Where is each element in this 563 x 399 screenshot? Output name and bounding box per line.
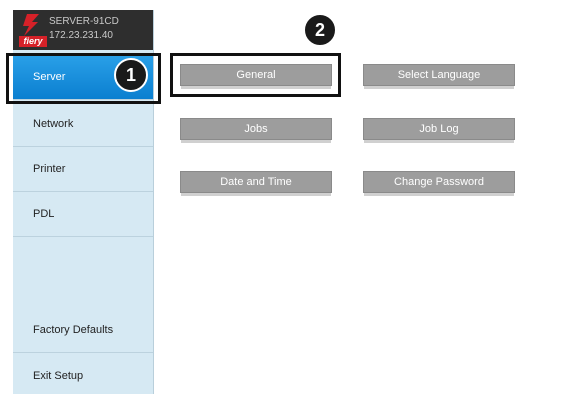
sidebar-item-network[interactable]: Network	[13, 102, 153, 147]
sidebar-item-printer[interactable]: Printer	[13, 147, 153, 192]
select-language-button[interactable]: Select Language	[363, 64, 515, 89]
lightning-icon	[23, 14, 39, 36]
server-ip: 172.23.231.40	[49, 30, 113, 41]
callout-frame-general	[170, 53, 341, 97]
sidebar-item-exit-setup[interactable]: Exit Setup	[13, 354, 153, 399]
sidebar-item-pdl[interactable]: PDL	[13, 192, 153, 237]
change-password-button[interactable]: Change Password	[363, 171, 515, 196]
sidebar-item-factory-defaults[interactable]: Factory Defaults	[13, 308, 153, 353]
callout-badge-2: 2	[303, 13, 337, 47]
server-header: fiery SERVER-91CD 172.23.231.40	[13, 10, 153, 50]
fiery-logo-text: fiery	[19, 36, 47, 47]
job-log-button[interactable]: Job Log	[363, 118, 515, 143]
date-and-time-button[interactable]: Date and Time	[180, 171, 332, 196]
fiery-logo: fiery	[19, 14, 47, 47]
callout-badge-1: 1	[114, 58, 148, 92]
server-name: SERVER-91CD	[49, 16, 119, 27]
jobs-button[interactable]: Jobs	[180, 118, 332, 143]
